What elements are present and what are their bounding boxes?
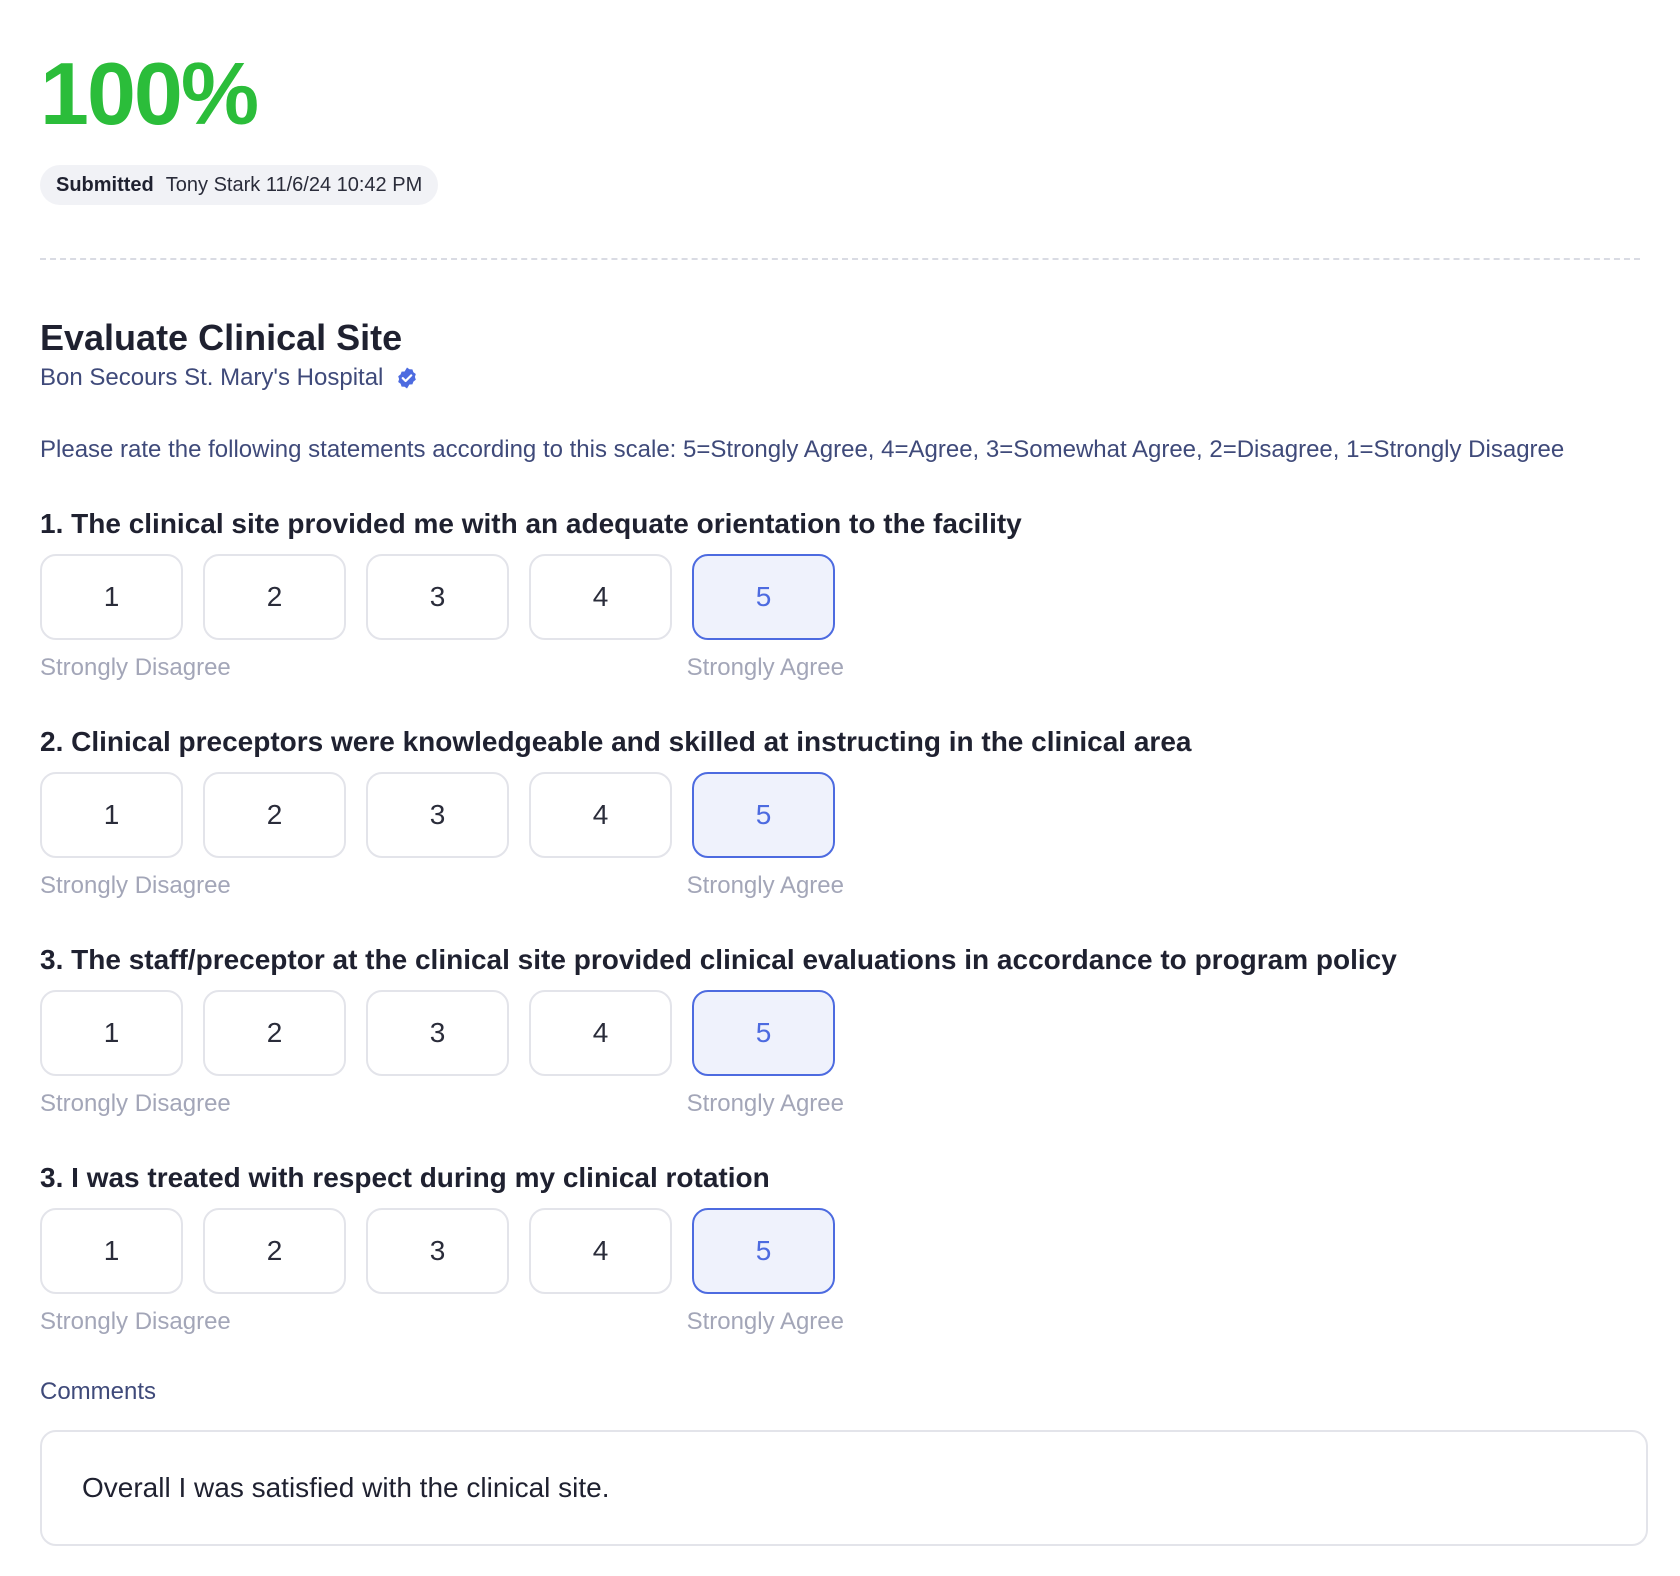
form-title: Evaluate Clinical Site xyxy=(40,317,403,358)
submitted-by-meta: Tony Stark 11/6/24 10:42 PM xyxy=(165,173,423,196)
rating-scale: 1 2 3 4 5 xyxy=(40,1208,1640,1294)
rating-option-4[interactable]: 4 xyxy=(529,1208,672,1294)
question-text: 3. The staff/preceptor at the clinical s… xyxy=(40,944,1397,975)
submission-status-chip: Submitted Tony Stark 11/6/24 10:42 PM xyxy=(40,165,439,205)
scale-low-label: Strongly Disagree xyxy=(40,1090,231,1117)
comments-label: Comments xyxy=(40,1378,157,1405)
rating-scale: 1 2 3 4 5 xyxy=(40,990,1640,1076)
comments-field[interactable]: Overall I was satisfied with the clinica… xyxy=(40,1430,1648,1546)
question-text: 3. I was treated with respect during my … xyxy=(40,1162,770,1193)
question-text: 2. Clinical preceptors were knowledgeabl… xyxy=(40,726,1192,757)
question-text: 1. The clinical site provided me with an… xyxy=(40,508,1022,539)
rating-option-2[interactable]: 2 xyxy=(203,772,346,858)
rating-option-1[interactable]: 1 xyxy=(40,1208,183,1294)
rating-option-4[interactable]: 4 xyxy=(529,772,672,858)
question-3: 3. The staff/preceptor at the clinical s… xyxy=(40,942,1640,1120)
score-percentage: 100% xyxy=(40,44,259,143)
question-4: 3. I was treated with respect during my … xyxy=(40,1160,1640,1338)
scale-labels: Strongly Disagree Strongly Agree xyxy=(40,1090,844,1120)
rating-option-3[interactable]: 3 xyxy=(366,990,509,1076)
site-name-row: Bon Secours St. Mary's Hospital xyxy=(40,362,419,394)
scale-labels: Strongly Disagree Strongly Agree xyxy=(40,654,844,684)
rating-option-2[interactable]: 2 xyxy=(203,990,346,1076)
rating-option-3[interactable]: 3 xyxy=(366,1208,509,1294)
rating-option-1[interactable]: 1 xyxy=(40,990,183,1076)
scale-high-label: Strongly Agree xyxy=(686,654,844,681)
scale-low-label: Strongly Disagree xyxy=(40,654,231,681)
rating-scale: 1 2 3 4 5 xyxy=(40,554,1640,640)
verified-badge-icon xyxy=(395,366,419,390)
comments-text: Overall I was satisfied with the clinica… xyxy=(82,1472,610,1503)
rating-scale: 1 2 3 4 5 xyxy=(40,772,1640,858)
scale-high-label: Strongly Agree xyxy=(686,1308,844,1335)
rating-option-5[interactable]: 5 xyxy=(692,772,835,858)
scale-high-label: Strongly Agree xyxy=(686,872,844,899)
rating-option-3[interactable]: 3 xyxy=(366,554,509,640)
rating-option-5[interactable]: 5 xyxy=(692,990,835,1076)
scale-low-label: Strongly Disagree xyxy=(40,1308,231,1335)
rating-option-4[interactable]: 4 xyxy=(529,990,672,1076)
section-divider xyxy=(40,258,1640,260)
question-2: 2. Clinical preceptors were knowledgeabl… xyxy=(40,724,1640,902)
rating-option-1[interactable]: 1 xyxy=(40,772,183,858)
rating-option-3[interactable]: 3 xyxy=(366,772,509,858)
scale-labels: Strongly Disagree Strongly Agree xyxy=(40,872,844,902)
rating-option-5[interactable]: 5 xyxy=(692,1208,835,1294)
rating-instructions: Please rate the following statements acc… xyxy=(40,436,1565,463)
status-label: Submitted xyxy=(56,173,154,196)
rating-option-2[interactable]: 2 xyxy=(203,1208,346,1294)
site-name: Bon Secours St. Mary's Hospital xyxy=(40,364,384,391)
rating-option-1[interactable]: 1 xyxy=(40,554,183,640)
rating-option-2[interactable]: 2 xyxy=(203,554,346,640)
scale-labels: Strongly Disagree Strongly Agree xyxy=(40,1308,844,1338)
question-1: 1. The clinical site provided me with an… xyxy=(40,506,1640,684)
scale-high-label: Strongly Agree xyxy=(686,1090,844,1117)
rating-option-5[interactable]: 5 xyxy=(692,554,835,640)
scale-low-label: Strongly Disagree xyxy=(40,872,231,899)
rating-option-4[interactable]: 4 xyxy=(529,554,672,640)
